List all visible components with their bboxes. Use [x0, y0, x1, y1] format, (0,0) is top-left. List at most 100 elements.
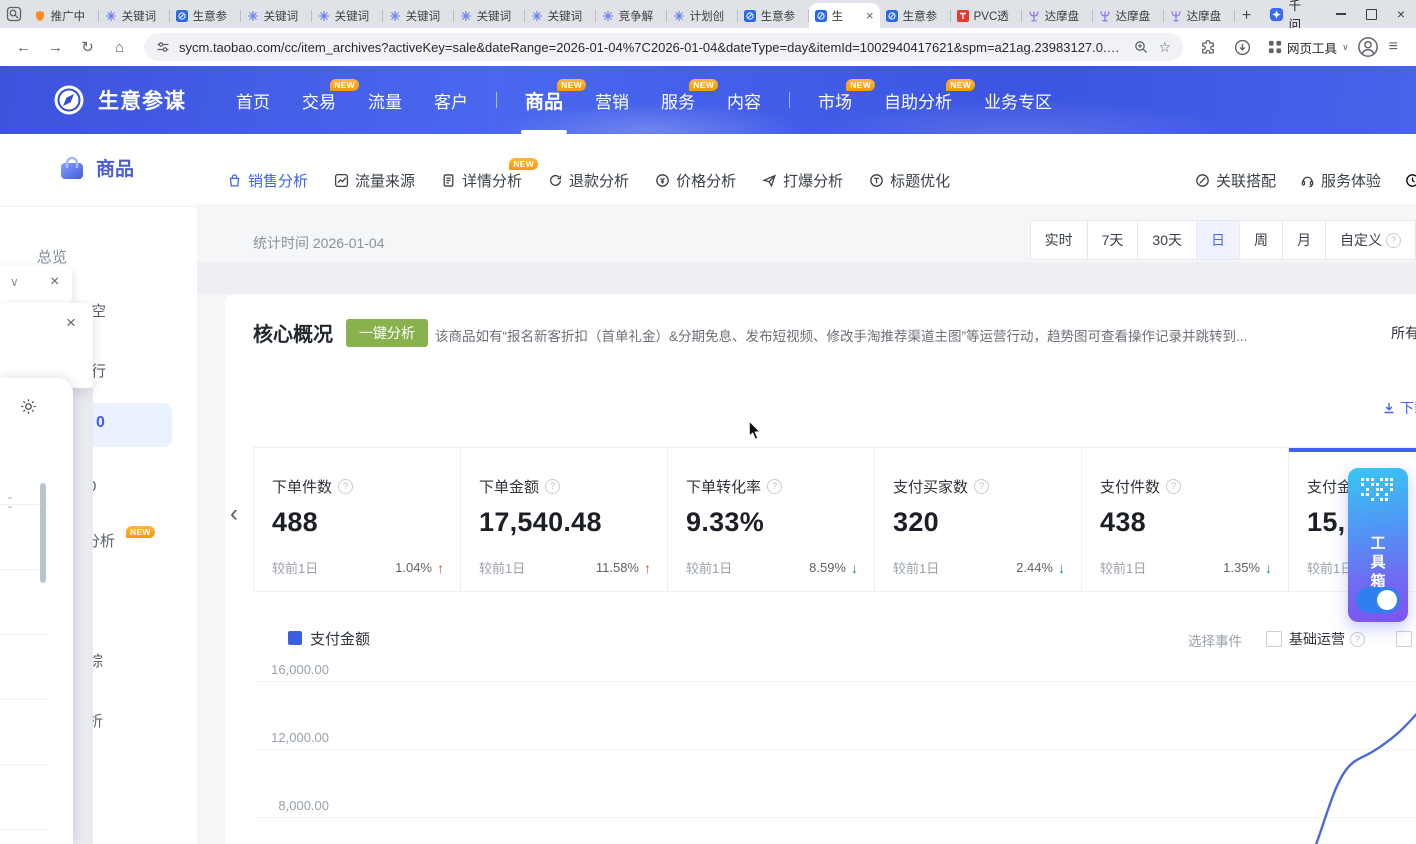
close-icon[interactable]: ×: [66, 313, 76, 333]
help-icon[interactable]: ?: [974, 479, 989, 494]
header-nav-item[interactable]: 内容: [711, 66, 777, 134]
date-range-button[interactable]: 自定义?: [1325, 220, 1416, 260]
header-nav-item[interactable]: 商品NEW: [509, 66, 579, 134]
date-range-button[interactable]: 月: [1282, 220, 1326, 260]
help-icon[interactable]: ?: [1166, 479, 1181, 494]
event-option[interactable]: 基础运营 ?: [1289, 629, 1365, 649]
header-nav-item[interactable]: 客户: [418, 66, 484, 134]
one-click-analyze-button[interactable]: 一键分析: [346, 319, 428, 347]
sidebar-item-fragment[interactable]: 空: [91, 300, 106, 321]
toolbox-toggle[interactable]: [1356, 587, 1400, 613]
collapse-chevron-icon[interactable]: ∨: [10, 275, 19, 289]
browser-tab[interactable]: 关键词: [454, 3, 525, 28]
sidebar-item-fragment[interactable]: 总览: [37, 246, 67, 267]
header-nav-item[interactable]: 服务NEW: [645, 66, 711, 134]
browser-tab[interactable]: 关键词: [383, 3, 454, 28]
metric-card[interactable]: 下单转化率?9.33%较前1日8.59%↓: [668, 448, 875, 591]
minimize-button[interactable]: [1326, 0, 1356, 28]
header-nav-item[interactable]: 流量: [352, 66, 418, 134]
reload-button[interactable]: ↻: [74, 34, 101, 61]
date-range-button[interactable]: 周: [1239, 220, 1283, 260]
site-settings-icon[interactable]: [156, 40, 170, 54]
browser-tab[interactable]: 生意参: [738, 3, 809, 28]
browser-tab[interactable]: 达摩盘: [1164, 3, 1235, 28]
subnav-tab[interactable]: 标题优化: [869, 170, 950, 191]
zoom-icon[interactable]: [1134, 40, 1148, 54]
gear-icon[interactable]: [20, 398, 37, 415]
subnav-tab[interactable]: 销售分析: [227, 170, 308, 191]
header-nav-item[interactable]: 自助分析NEW: [868, 66, 968, 134]
browser-tab[interactable]: 关键词: [525, 3, 596, 28]
event-checkbox[interactable]: [1266, 631, 1282, 647]
metric-card[interactable]: 支付买家数?320较前1日2.44%↓: [875, 448, 1082, 591]
maximize-button[interactable]: [1356, 0, 1386, 28]
url-text[interactable]: sycm.taobao.com/cc/item_archives?activeK…: [179, 40, 1124, 55]
browser-tab[interactable]: 达摩盘: [1093, 3, 1164, 28]
back-button[interactable]: ←: [10, 34, 37, 61]
metric-card[interactable]: 下单件数?488较前1日1.04%↑: [254, 448, 461, 591]
help-icon[interactable]: ?: [1350, 632, 1365, 647]
help-icon[interactable]: ?: [338, 479, 353, 494]
panel-row[interactable]: [0, 635, 48, 700]
header-nav-item[interactable]: 交易NEW: [286, 66, 352, 134]
event-checkbox-2[interactable]: [1396, 631, 1412, 647]
date-range-button[interactable]: 30天: [1137, 220, 1197, 260]
web-tools-menu[interactable]: 网页工具 ∨: [1268, 38, 1349, 57]
tab-close-icon[interactable]: ×: [866, 10, 874, 22]
profile-avatar[interactable]: [1357, 36, 1379, 58]
sidebar-item-fragment[interactable]: 0: [96, 414, 105, 432]
browser-tab[interactable]: 计划创: [667, 3, 738, 28]
address-bar[interactable]: sycm.taobao.com/cc/item_archives?activeK…: [144, 33, 1183, 61]
forward-button[interactable]: →: [42, 34, 69, 61]
header-nav-item[interactable]: 业务专区: [968, 66, 1068, 134]
browser-tab[interactable]: 生意参: [170, 3, 241, 28]
date-range-button[interactable]: 7天: [1087, 220, 1139, 260]
subnav-tab[interactable]: 价格分析: [655, 170, 736, 191]
floating-panel[interactable]: ˆ ˇ: [0, 378, 73, 844]
close-icon[interactable]: ×: [50, 273, 59, 291]
browser-tab[interactable]: PVC透: [951, 3, 1022, 28]
header-nav-item[interactable]: 首页: [220, 66, 286, 134]
browser-tab[interactable]: 关键词: [312, 3, 383, 28]
toolbox-widget[interactable]: 工具箱: [1348, 468, 1408, 622]
subnav-tab[interactable]: 打爆分析: [762, 170, 843, 191]
subnav-right-link[interactable]: 关联搭配: [1195, 170, 1276, 191]
new-tab-button[interactable]: +: [1235, 3, 1259, 28]
extensions-puzzle-icon[interactable]: [1200, 39, 1216, 55]
floating-window-small[interactable]: ∨ ×: [0, 266, 72, 304]
home-button[interactable]: ⌂: [106, 34, 133, 61]
header-nav-item[interactable]: 市场NEW: [802, 66, 868, 134]
browser-tab[interactable]: 关键词: [241, 3, 312, 28]
assistant-button[interactable]: 千问: [1259, 2, 1320, 26]
metric-card[interactable]: 下单金额?17,540.48较前1日11.58%↑: [461, 448, 668, 591]
legend-label[interactable]: 支付金额: [310, 628, 370, 649]
browser-tab[interactable]: 生意参: [880, 3, 951, 28]
bookmark-star-icon[interactable]: ☆: [1158, 39, 1171, 56]
download-icon[interactable]: [1234, 39, 1251, 56]
browser-menu-icon[interactable]: ≡: [1389, 38, 1398, 56]
date-range-button[interactable]: 日: [1196, 220, 1240, 260]
browser-tab[interactable]: 生×: [809, 3, 880, 28]
header-nav-item[interactable]: 营销: [579, 66, 645, 134]
subnav-tab[interactable]: 退款分析: [548, 170, 629, 191]
sidebar-item-fragment[interactable]: 行: [91, 360, 106, 381]
panel-row[interactable]: [0, 700, 48, 765]
metric-card[interactable]: 支付件数?438较前1日1.35%↓: [1082, 448, 1289, 591]
floating-window-medium[interactable]: ×: [0, 303, 93, 388]
subnav-tab[interactable]: 详情分析NEW: [441, 170, 522, 191]
browser-tab[interactable]: 达摩盘: [1022, 3, 1093, 28]
browser-tab[interactable]: 关键词: [99, 3, 170, 28]
panel-scrollbar[interactable]: [40, 483, 46, 583]
date-range-button[interactable]: 实时: [1030, 220, 1088, 260]
subnav-right-link[interactable]: 服务体验: [1300, 170, 1381, 191]
help-icon[interactable]: ?: [545, 479, 560, 494]
sort-carets-icon[interactable]: ˆ ˇ: [8, 498, 12, 516]
download-link[interactable]: 下载: [1382, 398, 1416, 418]
subnav-tab[interactable]: 流量来源: [334, 170, 415, 191]
all-records-link[interactable]: 所有: [1391, 323, 1416, 343]
browser-tab[interactable]: 推广中: [28, 3, 99, 28]
panel-row[interactable]: [0, 765, 48, 830]
browser-tab[interactable]: 竞争解: [596, 3, 667, 28]
metric-carousel-prev-button[interactable]: ‹: [230, 500, 238, 528]
help-icon[interactable]: ?: [767, 479, 782, 494]
